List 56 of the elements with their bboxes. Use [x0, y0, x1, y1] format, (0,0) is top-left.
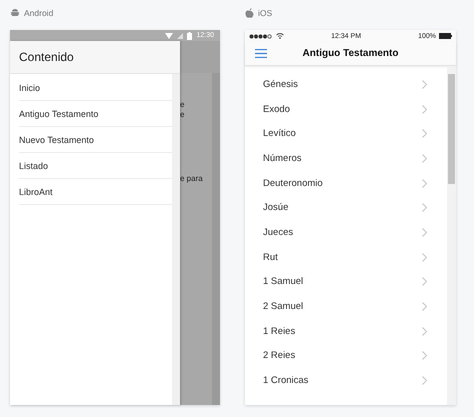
book-name: Génesis: [263, 78, 298, 90]
book-name: Exodo: [263, 104, 290, 115]
book-name: Números: [263, 152, 302, 164]
chevron-icon: [422, 203, 427, 212]
partial-text: e para: [180, 174, 203, 183]
partial-text: e: [180, 100, 184, 109]
book-name: 1 Samuel: [263, 276, 304, 288]
chevron-icon: [422, 104, 427, 114]
book-item[interactable]: Jueces: [263, 220, 447, 245]
scrollbar-thumb[interactable]: [448, 74, 455, 184]
screen-title: Antiguo Testamento: [302, 48, 400, 59]
book-item[interactable]: Josúe: [263, 195, 447, 220]
chevron-icon: [422, 302, 427, 312]
signal-icon: [249, 34, 273, 38]
book-item[interactable]: Génesis: [263, 72, 447, 97]
book-item[interactable]: 2 Samuel: [263, 294, 447, 319]
partial-text: e: [180, 110, 184, 119]
drawer-title: Contenido: [19, 50, 74, 64]
chevron-icon: [422, 326, 427, 336]
book-item[interactable]: 1 Reies: [263, 318, 447, 344]
book-item[interactable]: Deuteronomio: [263, 170, 447, 196]
chevron-icon: [422, 376, 427, 386]
chevron-icon: [422, 154, 427, 163]
chevron-icon: [422, 129, 427, 138]
book-name: 2 Reies: [263, 350, 296, 362]
book-name: Jueces: [263, 226, 294, 238]
book-name: Levítico: [263, 128, 296, 140]
wifi-icon: [165, 32, 174, 38]
chevron-icon: [422, 277, 427, 286]
chevron-icon: [422, 351, 427, 360]
book-name: 1 Cronicas: [263, 375, 308, 386]
book-item[interactable]: Exodo: [263, 96, 447, 122]
wifi-icon: [276, 33, 284, 39]
book-name: Deuteronomio: [263, 178, 323, 189]
signal-icon: [177, 32, 184, 38]
book-item[interactable]: Levítico: [263, 121, 447, 146]
chevron-icon: [422, 252, 427, 262]
apple-icon: [245, 8, 254, 18]
chevron-icon: [422, 80, 427, 89]
chevron-icon: [422, 178, 427, 188]
book-item[interactable]: 1 Samuel: [263, 270, 447, 294]
book-item[interactable]: Rut: [263, 244, 447, 270]
platform-label: iOS: [258, 8, 272, 18]
platform-label: Android: [24, 8, 54, 18]
book-name: Josúe: [263, 202, 288, 214]
battery-icon: [187, 32, 192, 40]
book-name: 1 Reies: [263, 326, 296, 337]
chevron-icon: [422, 228, 427, 237]
menu-icon[interactable]: [255, 49, 267, 58]
book-name: 2 Samuel: [263, 301, 304, 312]
book-item[interactable]: Números: [263, 146, 447, 171]
android-icon: [10, 8, 20, 18]
book-item[interactable]: 1 Cronicas: [263, 368, 447, 393]
book-name: Rut: [263, 252, 278, 263]
battery-icon: [439, 33, 452, 39]
book-item[interactable]: 2 Reies: [263, 344, 447, 368]
